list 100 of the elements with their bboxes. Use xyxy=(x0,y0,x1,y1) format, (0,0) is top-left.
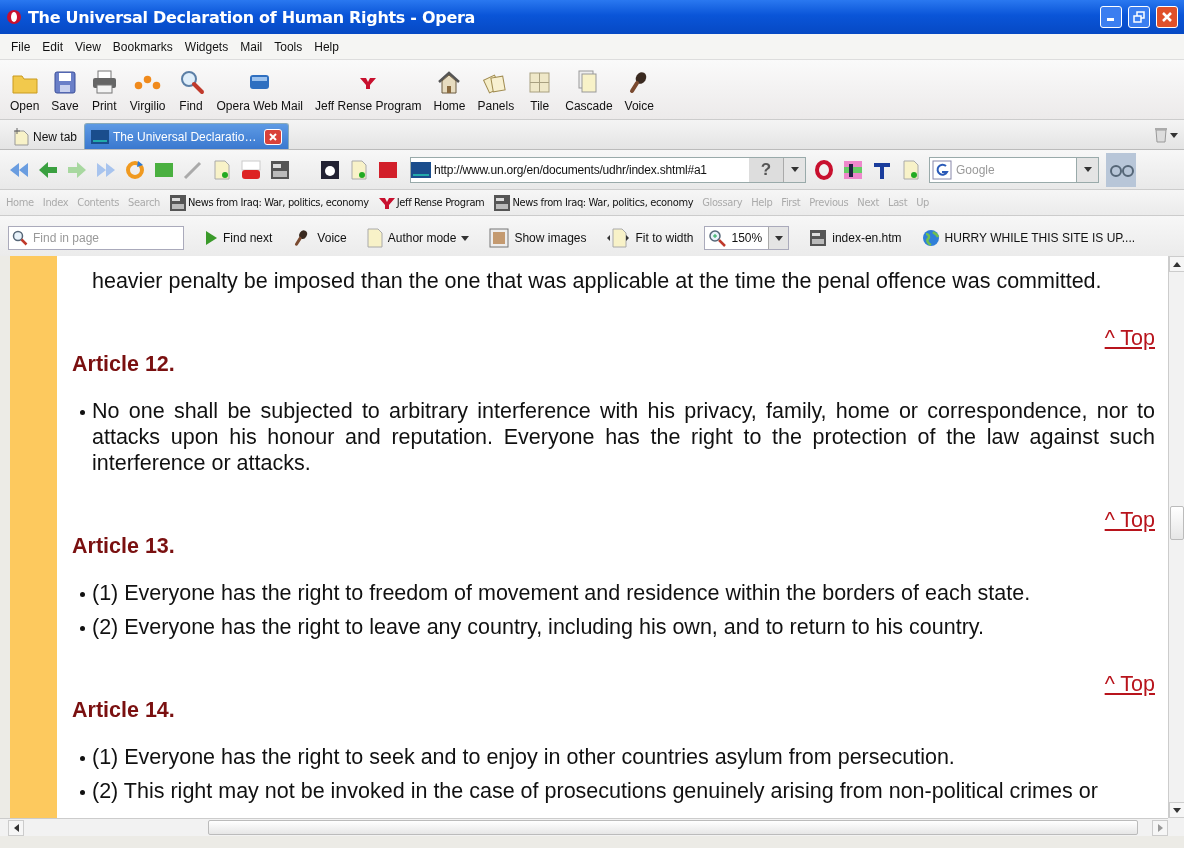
list-item: (2) Everyone has the right to leave any country, including his own, and to return to his country. xyxy=(92,614,985,640)
toolbar-button[interactable]: Cascade xyxy=(559,69,619,113)
menu-item[interactable]: View xyxy=(69,39,107,54)
toolbar-button[interactable]: Jeff Rense Program xyxy=(309,69,428,113)
toolbar-button[interactable]: index-en.htm xyxy=(809,229,902,247)
horizontal-scrollbar[interactable] xyxy=(0,818,1168,836)
browser-tab[interactable]: The Universal Declaratio… xyxy=(84,123,290,149)
rainbow-r-icon[interactable] xyxy=(842,158,864,181)
close-button[interactable] xyxy=(1156,6,1178,28)
caret-icon xyxy=(1170,132,1178,138)
trash-button[interactable] xyxy=(1154,127,1178,143)
reader-button[interactable] xyxy=(1106,152,1136,187)
top-link[interactable]: ^ Top xyxy=(1104,672,1155,696)
list-item: (2) This right may not be invoked in the case of prosecutions genuinely arising from non-political crimes or xyxy=(92,778,1099,804)
find-field[interactable]: Find in page xyxy=(8,226,184,250)
bookmark-link[interactable]: Jeff Rense Program xyxy=(377,195,485,210)
dropdown-button[interactable] xyxy=(1077,156,1099,183)
news-logo-icon[interactable] xyxy=(269,158,291,181)
search-icon xyxy=(12,230,28,246)
bookmark-link[interactable]: News from Iraq: War, politics, economy xyxy=(493,193,694,212)
left-arrow-icon xyxy=(13,823,19,832)
address-field[interactable]: http://www.un.org/en/documents/udhr/index.shtml#a1 ? xyxy=(410,156,806,183)
logo-icon xyxy=(377,195,396,210)
caret-icon xyxy=(461,235,470,241)
menu-item[interactable]: Mail xyxy=(234,39,269,54)
article-heading: Article 13. xyxy=(72,533,176,559)
menu-item[interactable]: File xyxy=(5,39,37,54)
menu-item[interactable]: Bookmarks xyxy=(106,39,179,54)
toolbar-button[interactable]: Panels xyxy=(471,69,521,113)
browser-tab[interactable]: New tab xyxy=(6,123,85,149)
toolbar-button[interactable]: Open xyxy=(4,69,46,113)
newspaper-icon xyxy=(809,229,828,247)
restore-icon xyxy=(1133,11,1145,23)
menu-item[interactable]: Tools xyxy=(268,39,309,54)
list-item: No one shall be subjected to arbitrary interference with his privacy, family, home or correspondence, nor to attacks upon his honour and reputation. Everyone has the right to the protection of the law against such interference or attacks. xyxy=(92,398,1155,476)
minimize-button[interactable] xyxy=(1100,6,1122,28)
dots-icon xyxy=(134,75,162,90)
trash-icon xyxy=(1154,127,1168,143)
maximize-button[interactable] xyxy=(1128,6,1150,28)
dropdown-arrow-icon xyxy=(1083,167,1092,172)
toolbar-button[interactable]: Show images xyxy=(489,228,587,248)
paragraph: heavier penalty be imposed than the one that was applicable at the time the penal offence was committed. xyxy=(92,268,1103,294)
toolbar-button[interactable]: Find next xyxy=(204,230,273,246)
zoom-icon xyxy=(707,229,726,247)
un-logo-icon xyxy=(91,129,110,144)
toolbar-button[interactable]: Tile xyxy=(520,69,560,113)
author-mode-button[interactable]: Author mode xyxy=(366,228,470,248)
picture-icon xyxy=(489,228,510,248)
close-tab-button[interactable] xyxy=(264,128,283,145)
zoom-value: 150% xyxy=(731,231,763,245)
toolbar-button[interactable]: HURRY WHILE THIS SITE IS UP.... xyxy=(921,229,1136,247)
toolbar-button[interactable]: Find xyxy=(171,69,211,113)
reload-icon[interactable] xyxy=(124,158,146,181)
glasses-icon xyxy=(1110,162,1136,177)
list-item: (1) Everyone has the right to freedom of movement and residence within the borders of each state. xyxy=(92,580,1032,606)
window-title: The Universal Declaration of Human Rights - Opera xyxy=(28,7,477,27)
toolbar-button[interactable]: Print xyxy=(84,69,124,113)
close-icon xyxy=(1161,11,1173,23)
article-heading: Article 14. xyxy=(72,697,176,723)
top-link[interactable]: ^ Top xyxy=(1104,508,1155,532)
page-star-icon[interactable] xyxy=(348,158,370,181)
resize-grip[interactable] xyxy=(1168,818,1184,836)
toolbar-button[interactable]: Save xyxy=(45,69,85,113)
toolbar-button[interactable]: Opera Web Mail xyxy=(210,69,309,113)
toolbar-button[interactable]: Fit to width xyxy=(606,228,694,248)
fit-width-icon xyxy=(606,228,631,248)
top-link[interactable]: ^ Top xyxy=(1104,326,1155,350)
newspaper-icon xyxy=(493,193,512,212)
search-field[interactable]: Google xyxy=(929,156,1077,183)
scroll-thumb[interactable] xyxy=(1170,506,1184,540)
menu-item[interactable]: Edit xyxy=(36,39,70,54)
close-icon xyxy=(268,131,279,142)
toolbar-button[interactable]: Voice xyxy=(618,69,660,113)
scroll-thumb[interactable] xyxy=(208,820,1138,835)
newspaper-icon xyxy=(168,193,187,212)
dark-logo-icon[interactable] xyxy=(319,158,341,181)
menu-item[interactable]: Help xyxy=(308,39,345,54)
bullet-icon xyxy=(80,592,85,597)
dropdown-arrow-icon xyxy=(790,167,799,172)
vertical-scrollbar[interactable] xyxy=(1168,256,1184,818)
toolbar-button[interactable]: Virgilio xyxy=(123,69,172,113)
page-star-icon[interactable] xyxy=(211,158,233,181)
toolbar-button[interactable]: Home xyxy=(427,69,472,113)
menu-item[interactable]: Widgets xyxy=(178,39,235,54)
zoom-field[interactable]: 150% xyxy=(703,226,790,250)
bookmark-link[interactable]: News from Iraq: War, politics, economy xyxy=(168,193,369,212)
bullet-icon xyxy=(80,756,85,761)
globe-icon xyxy=(921,229,940,247)
toolbar-button[interactable]: Voice xyxy=(292,228,347,248)
bullet-icon xyxy=(80,410,85,415)
page-star-icon[interactable] xyxy=(900,158,922,181)
un-logo-icon xyxy=(411,161,431,178)
new-page-icon xyxy=(13,127,29,146)
search-engine-icon xyxy=(932,159,952,180)
o-logo-icon[interactable] xyxy=(813,158,835,181)
video-logo-icon[interactable] xyxy=(240,158,262,181)
printer-icon xyxy=(90,69,118,96)
page-icon xyxy=(366,228,383,248)
list-item: (1) Everyone has the right to seek and to enjoy in other countries asylum from persecution. xyxy=(92,744,956,770)
down-arrow-icon xyxy=(1173,807,1181,813)
